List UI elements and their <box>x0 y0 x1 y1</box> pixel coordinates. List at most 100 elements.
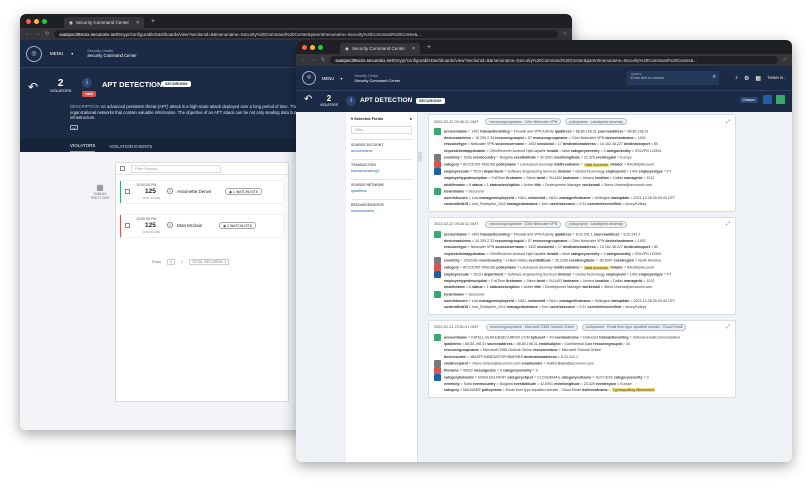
field-value[interactable]: 17 <box>558 245 562 249</box>
field-value[interactable]: Landspeed anomaly <box>520 163 552 167</box>
watchlist-badge[interactable]: ◉ 2 WATCHLISTS <box>219 222 257 229</box>
close-tab-icon[interactable]: × <box>412 46 415 52</box>
browser-tab[interactable]: ◉ Security Command Center × <box>340 43 420 54</box>
event-card[interactable]: 2022-02-21 23:51:01 GMT resourcegroupname… <box>428 319 736 398</box>
field-value[interactable]: moi_Ruthlyzhn_1012 <box>472 305 506 309</box>
field-value[interactable]: Kellington <box>595 299 611 303</box>
field-value[interactable]: 10.162.48.227 <box>600 245 623 249</box>
field-value[interactable]: Active <box>524 183 534 187</box>
field-value[interactable]: Software Engineering Services <box>507 273 556 277</box>
user-menu[interactable]: TIMMY B... <box>767 76 786 80</box>
page-number[interactable]: 1 <box>167 259 175 265</box>
event-tag[interactable]: resourcegroupname : Citrix Netscaler VPN <box>485 220 562 228</box>
fields-filter-input[interactable]: Filter <box>351 126 412 134</box>
event-tag[interactable]: resourcegroupname : Citrix Netscaler VPN <box>485 118 562 125</box>
forward-nav-icon[interactable]: → <box>311 57 316 63</box>
field-value[interactable]: 1 <box>487 183 489 187</box>
field-value[interactable]: Landspeed anomaly <box>520 266 552 270</box>
field-value[interactable]: FullTime <box>491 279 505 283</box>
row-checkbox[interactable] <box>125 189 130 194</box>
event-tag[interactable]: policyname : Email from typo squatted do… <box>582 323 687 331</box>
notifications-icon[interactable]: ♪ <box>735 75 738 81</box>
expand-icon[interactable]: ⤢ <box>726 119 730 125</box>
event-tag[interactable]: policyname : Landspeed anomaly <box>565 220 627 228</box>
field-value[interactable]: Outlook-EmailCommunication <box>633 335 681 339</box>
field-value[interactable]: moi_Ruthlyzhn_1012 <box>472 202 506 206</box>
field-value[interactable]: Citrix Netscaler VPN <box>572 136 605 140</box>
zoom-window-icon[interactable] <box>318 44 323 50</box>
menu-chevron-icon[interactable]: ▾ <box>71 51 73 56</box>
field-value[interactable]: Firewall and VPN Activity <box>514 232 554 236</box>
field-value[interactable]: SU1402 <box>549 279 562 283</box>
field-value[interactable]: Sofia <box>464 156 472 160</box>
field-value[interactable]: 2021-12-28 00:03:44 CET <box>634 299 676 303</box>
classes-button[interactable]: Classes <box>739 97 758 103</box>
field-value[interactable]: 44 <box>626 342 630 346</box>
violator-name[interactable]: Antoinette Denvir <box>177 189 212 194</box>
field-item[interactable]: accountname <box>351 147 412 156</box>
minimize-window-icon[interactable] <box>34 18 39 24</box>
field-value[interactable]: Netscaler VPN <box>471 142 495 146</box>
field-value[interactable]: 42.6951 <box>540 156 553 160</box>
field-value[interactable]: 57 <box>528 136 532 140</box>
event-tag[interactable]: resourcegroupname : Microsoft O365 Outlo… <box>485 323 579 331</box>
expand-icon[interactable]: ⤢ <box>726 221 730 227</box>
field-value[interactable]: 1402 <box>638 136 646 140</box>
field-value[interactable]: FT <box>667 273 671 277</box>
field-value[interactable]: FullTime <box>491 176 505 180</box>
event-card[interactable]: 10:50:05 PM 125 RISK SCORE ☺ Mira Mcclai… <box>120 215 284 237</box>
field-value[interactable]: 8.20.241.1 <box>576 232 593 236</box>
field-value[interactable]: Kattell.Blake@securonix.com <box>547 361 594 365</box>
event-card[interactable]: 2022-02-22 09:35:11 GMT resourcegroupname… <box>428 216 736 315</box>
field-value[interactable]: Low <box>472 299 479 303</box>
new-tab-icon[interactable]: + <box>427 44 431 51</box>
field-value[interactable]: Kerr <box>542 305 549 309</box>
field-value[interactable]: 10.162.48.227 <box>600 142 623 146</box>
field-value[interactable]: 1402 <box>630 170 638 174</box>
field-value[interactable]: Sofia <box>464 382 472 386</box>
close-window-icon[interactable] <box>302 44 307 50</box>
field-value[interactable]: MALWARE <box>463 388 481 392</box>
zoom-window-icon[interactable] <box>42 18 47 24</box>
url-field[interactable]: saaspoc39scnx.securonix.net/Snypr/config… <box>54 30 558 38</box>
field-value[interactable]: EMAILDELIVERY <box>478 375 506 379</box>
field-value[interactable]: Citrix Netscaler VPN <box>572 239 605 243</box>
field-value[interactable]: 88.80.198.31 <box>627 129 648 133</box>
field-value[interactable]: CitrixReceiver Android HybCapable <box>489 252 545 256</box>
field-value[interactable]: NULL <box>518 196 527 200</box>
field-value[interactable]: Kerr <box>542 202 549 206</box>
field-value[interactable]: Valid Accounts <box>583 265 609 270</box>
field-value[interactable]: Steve.Umens@securonix.com <box>472 361 520 365</box>
new-tab-icon[interactable]: + <box>151 18 155 25</box>
reload-icon[interactable]: ↻ <box>45 31 49 37</box>
field-value[interactable]: SUCCESS <box>596 375 613 379</box>
forward-nav-icon[interactable]: → <box>35 31 40 37</box>
watchlist-badge[interactable]: ◉ 1 WATCHLISTS <box>225 188 263 195</box>
field-value[interactable]: 5 <box>500 368 502 372</box>
field-value[interactable]: 17 <box>558 142 562 146</box>
field-value[interactable]: 80 <box>654 245 658 249</box>
field-value[interactable]: A <box>469 285 471 289</box>
field-value[interactable]: 2021-12-28 00:03:44 CET <box>634 196 676 200</box>
field-item[interactable]: ipaddress <box>351 187 412 196</box>
field-value[interactable]: RActivityAccount <box>627 163 654 167</box>
field-value[interactable]: Acory/Kollury <box>625 202 646 206</box>
events-scroll[interactable]: 2022-02-22 09:36:11 GMT resourcegroupname… <box>424 112 740 462</box>
expand-icon[interactable]: ⤢ <box>726 324 730 330</box>
field-value[interactable]: 49922 <box>463 368 473 372</box>
back-arrow-icon[interactable]: ↶ <box>304 94 312 105</box>
field-value[interactable]: 80 <box>654 142 658 146</box>
field-value[interactable]: Development Manager <box>545 285 581 289</box>
field-value[interactable]: 0.31 <box>579 202 586 206</box>
field-value[interactable]: 1402 <box>638 239 646 243</box>
field-value[interactable]: KATELL.BLAKE@SECURINIX.COM <box>471 335 529 339</box>
field-value[interactable]: FT <box>667 170 671 174</box>
back-arrow-icon[interactable]: ↶ <box>28 80 38 94</box>
field-value[interactable]: Bulgaria <box>500 382 513 386</box>
field-value[interactable]: -80.8997 <box>599 259 613 263</box>
search-input[interactable]: Enter text to search <box>631 76 715 80</box>
event-tag[interactable]: policyname : Landspeed anomaly <box>565 118 627 125</box>
field-value[interactable]: Global Technology <box>575 273 605 277</box>
field-value[interactable]: 0 <box>647 375 649 379</box>
menu-button[interactable]: MENU <box>322 76 334 81</box>
